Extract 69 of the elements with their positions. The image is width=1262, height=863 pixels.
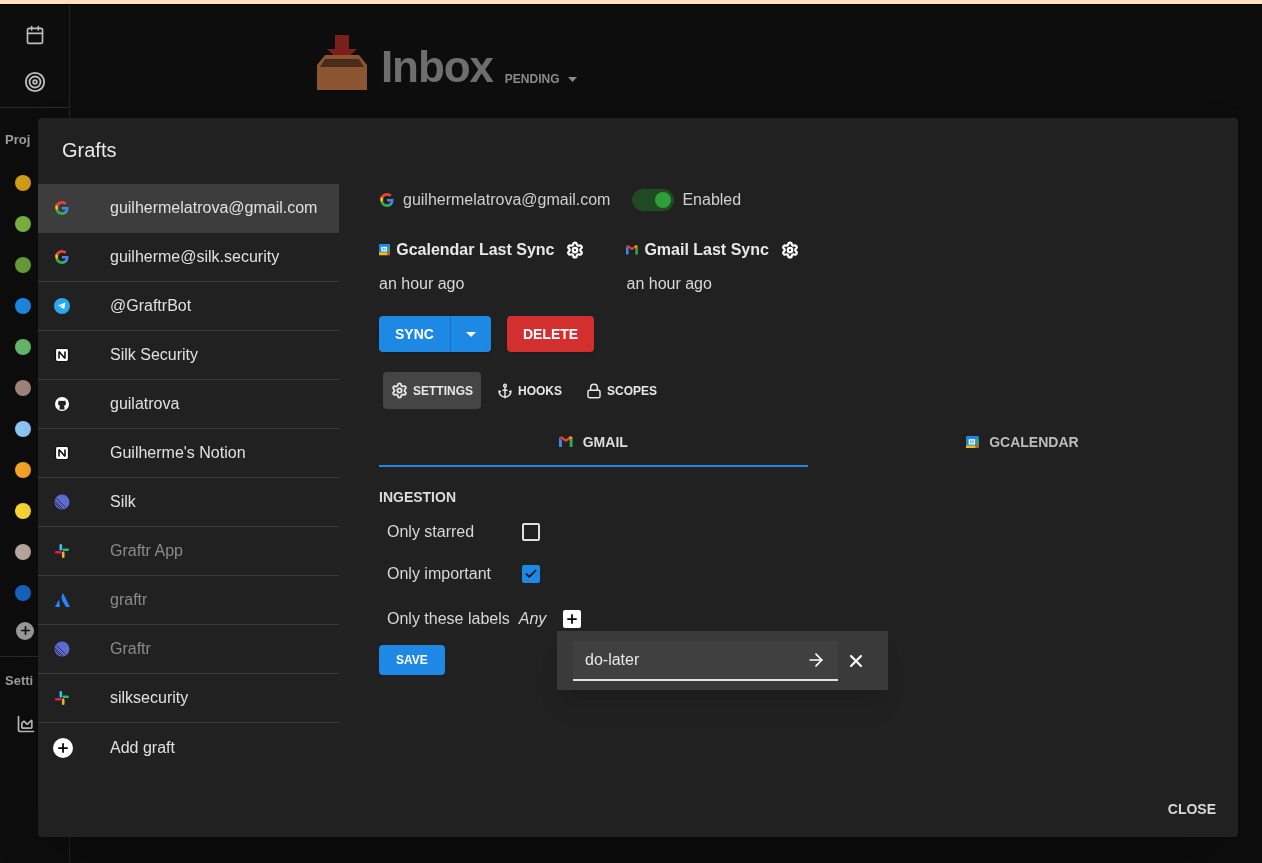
add-icon — [53, 737, 73, 758]
label-input-field[interactable]: do-later — [573, 640, 838, 681]
mountain-icon — [54, 592, 70, 608]
envelope-m-icon — [626, 245, 639, 255]
option-label: Only starred — [387, 522, 476, 542]
google-icon — [54, 249, 70, 265]
paper-plane-icon — [54, 298, 70, 314]
section-tab[interactable]: HOOKS — [489, 372, 571, 409]
calendar-icon[interactable] — [24, 25, 45, 45]
enabled-switch[interactable] — [632, 189, 675, 211]
add-icon[interactable] — [16, 621, 34, 640]
close-button[interactable]: CLOSE — [1167, 799, 1216, 819]
striped-circle-icon — [54, 641, 70, 657]
sync-time: an hour ago — [379, 274, 466, 294]
graft-item[interactable]: guilatrova — [38, 380, 339, 429]
graft-item[interactable]: guilhermelatrova@gmail.com — [38, 184, 339, 233]
check-icon — [524, 567, 538, 581]
caret-icon — [465, 331, 476, 337]
save-button[interactable]: SAVE — [379, 645, 445, 675]
plus-icon — [565, 612, 580, 626]
service-tab[interactable]: GCALENDAR — [808, 419, 1237, 467]
section-tab[interactable]: SETTINGS — [383, 372, 481, 409]
sync-title: Gcalendar Last Sync — [396, 240, 555, 260]
cat-icon — [54, 396, 70, 412]
option-label: Only important — [387, 564, 493, 584]
sync-button[interactable]: SYNC — [379, 316, 451, 352]
notion-icon — [54, 347, 70, 363]
calendar-app-icon — [966, 435, 980, 449]
graft-item[interactable]: guilherme@silk.security — [38, 233, 339, 282]
delete-button[interactable]: DELETE — [506, 316, 595, 352]
envelope-m-icon — [559, 436, 573, 448]
graft-item[interactable]: Silk — [38, 478, 339, 527]
settings-icon[interactable] — [780, 241, 799, 259]
settings-icon[interactable] — [566, 241, 585, 259]
checkbox[interactable] — [522, 565, 540, 583]
dialog-title: Grafts — [61, 138, 118, 163]
sync-time: an hour ago — [626, 274, 713, 294]
chart-icon[interactable] — [16, 714, 36, 734]
section-tab[interactable]: SCOPES — [578, 372, 666, 409]
calendar-app-icon — [379, 244, 391, 256]
add-label-button[interactable] — [563, 610, 582, 628]
add-graft-item[interactable]: Add graft — [38, 723, 339, 772]
google-icon — [54, 200, 70, 216]
option-value: Any — [518, 609, 547, 629]
inbox-tray-icon — [315, 35, 369, 91]
settings-icon — [391, 382, 408, 399]
checkbox[interactable] — [522, 523, 540, 541]
section-label: Setti — [5, 671, 34, 690]
target-icon[interactable] — [23, 71, 46, 93]
service-tab[interactable]: GMAIL — [379, 419, 808, 467]
google-icon — [379, 192, 395, 208]
graft-item[interactable]: silksecurity — [38, 674, 339, 723]
filter-dropdown[interactable]: PENDING — [504, 71, 577, 87]
option-label: Only these labels — [387, 609, 510, 629]
graft-item[interactable]: Silk Security — [38, 331, 339, 380]
section-heading: INGESTION — [379, 488, 456, 507]
caret-icon — [567, 76, 577, 82]
striped-circle-icon — [54, 494, 70, 510]
slack-icon — [54, 690, 70, 706]
page-title: Inbox — [381, 45, 493, 89]
lock-icon — [586, 382, 603, 399]
graft-item[interactable]: @GraftrBot — [38, 282, 339, 331]
switch-label: Enabled — [682, 190, 742, 210]
slack-icon — [54, 543, 70, 559]
account-email: guilhermelatrova@gmail.com — [403, 190, 611, 210]
section-label: Proj — [5, 131, 31, 149]
notion-icon — [54, 445, 70, 461]
sync-title: Gmail Last Sync — [644, 240, 769, 260]
graft-item[interactable]: Guilherme's Notion — [38, 429, 339, 478]
